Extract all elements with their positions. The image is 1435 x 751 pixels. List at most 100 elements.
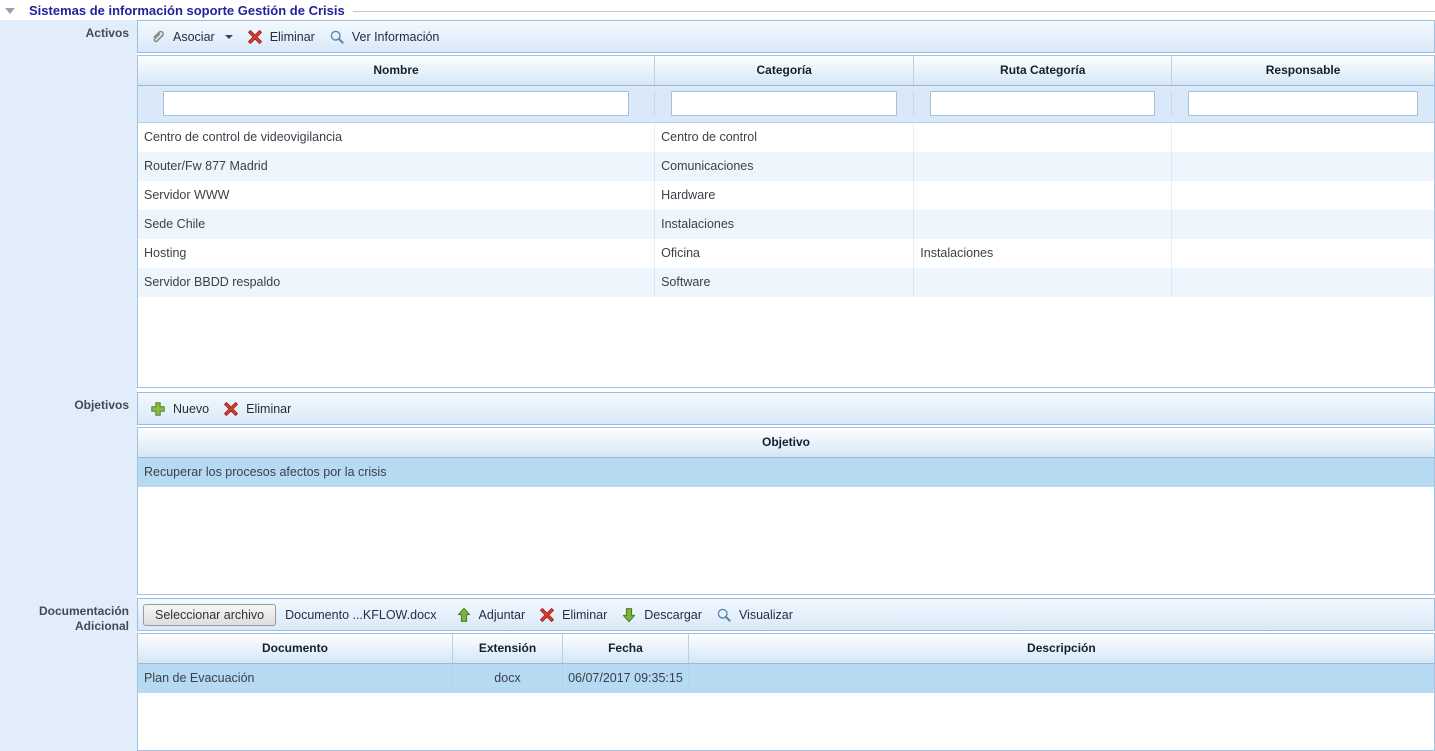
- cell-ruta-categoria: [914, 181, 1172, 210]
- column-header-nombre[interactable]: Nombre: [138, 56, 655, 85]
- table-row[interactable]: Plan de Evacuación docx 06/07/2017 09:35…: [138, 664, 1434, 693]
- objetivos-panel: Nuevo Eliminar Objetivo Recuperar los pr…: [137, 392, 1435, 595]
- objetivos-grid-header: Objetivo: [138, 428, 1434, 458]
- activos-eliminar-button[interactable]: Eliminar: [240, 26, 322, 48]
- paperclip-icon: [150, 29, 166, 45]
- table-row[interactable]: Servidor WWW Hardware: [138, 181, 1434, 210]
- visualizar-label: Visualizar: [739, 608, 793, 622]
- filter-input-responsable[interactable]: [1188, 91, 1418, 116]
- cell-nombre: Centro de control de videovigilancia: [138, 123, 655, 152]
- fieldset-border-line: [353, 11, 1435, 12]
- activos-eliminar-label: Eliminar: [270, 30, 315, 44]
- plus-icon: [150, 401, 166, 417]
- filter-input-ruta-categoria[interactable]: [930, 91, 1155, 116]
- descargar-button[interactable]: Descargar: [614, 604, 709, 626]
- column-header-categoria[interactable]: Categoría: [655, 56, 914, 85]
- column-header-fecha[interactable]: Fecha: [563, 634, 689, 663]
- cell-categoria: Oficina: [655, 239, 914, 268]
- documentacion-panel: Seleccionar archivo Documento ...KFLOW.d…: [137, 598, 1435, 751]
- column-header-ruta-categoria[interactable]: Ruta Categoría: [914, 56, 1172, 85]
- cell-categoria: Software: [655, 268, 914, 297]
- activos-grid: Nombre Categoría Ruta Categoría Responsa…: [137, 55, 1435, 388]
- cell-categoria: Centro de control: [655, 123, 914, 152]
- table-row[interactable]: Sede Chile Instalaciones: [138, 210, 1434, 239]
- objetivos-grid-body: Recuperar los procesos afectos por la cr…: [138, 458, 1434, 594]
- fieldset-legend: Sistemas de información soporte Gestión …: [0, 0, 1435, 20]
- nuevo-button[interactable]: Nuevo: [143, 398, 216, 420]
- documentacion-toolbar: Seleccionar archivo Documento ...KFLOW.d…: [137, 598, 1435, 631]
- documentacion-grid-body: Plan de Evacuación docx 06/07/2017 09:35…: [138, 664, 1434, 750]
- column-header-objetivo[interactable]: Objetivo: [138, 428, 1434, 457]
- arrow-down-icon: [621, 607, 637, 623]
- cell-categoria: Comunicaciones: [655, 152, 914, 181]
- column-header-responsable[interactable]: Responsable: [1172, 56, 1434, 85]
- cell-responsable: [1172, 210, 1434, 239]
- filter-input-nombre[interactable]: [163, 91, 629, 116]
- section-label-activos: Activos: [0, 20, 137, 392]
- section-label-documentacion: Documentación Adicional: [0, 598, 137, 751]
- visualizar-button[interactable]: Visualizar: [709, 604, 800, 626]
- magnifier-icon: [716, 607, 732, 623]
- cell-responsable: [1172, 123, 1434, 152]
- column-header-extension[interactable]: Extensión: [453, 634, 563, 663]
- activos-grid-body: Centro de control de videovigilancia Cen…: [138, 123, 1434, 387]
- magnifier-icon: [329, 29, 345, 45]
- collapse-arrow-icon[interactable]: [5, 8, 15, 14]
- section-label-column: Activos Objetivos Documentación Adiciona…: [0, 20, 137, 751]
- objetivos-eliminar-button[interactable]: Eliminar: [216, 398, 298, 420]
- column-header-documento[interactable]: Documento: [138, 634, 453, 663]
- cell-extension: docx: [453, 664, 563, 693]
- activos-toolbar: Asociar Eliminar Ver Información: [137, 20, 1435, 53]
- documentacion-eliminar-button[interactable]: Eliminar: [532, 604, 614, 626]
- column-header-descripcion[interactable]: Descripción: [689, 634, 1434, 663]
- descargar-label: Descargar: [644, 608, 702, 622]
- chevron-down-icon[interactable]: [225, 35, 233, 39]
- cell-responsable: [1172, 239, 1434, 268]
- arrow-up-icon: [456, 607, 472, 623]
- cell-nombre: Hosting: [138, 239, 655, 268]
- cell-responsable: [1172, 268, 1434, 297]
- selected-file-name: Documento ...KFLOW.docx: [285, 608, 436, 622]
- table-row[interactable]: Router/Fw 877 Madrid Comunicaciones: [138, 152, 1434, 181]
- cell-ruta-categoria: [914, 123, 1172, 152]
- documentacion-grid-header: Documento Extensión Fecha Descripción: [138, 634, 1434, 664]
- documentacion-grid: Documento Extensión Fecha Descripción Pl…: [137, 633, 1435, 751]
- adjuntar-button[interactable]: Adjuntar: [449, 604, 533, 626]
- delete-x-icon: [223, 401, 239, 417]
- table-row[interactable]: Servidor BBDD respaldo Software: [138, 268, 1434, 297]
- cell-descripcion: [689, 664, 1434, 693]
- table-row[interactable]: Recuperar los procesos afectos por la cr…: [138, 458, 1434, 487]
- cell-categoria: Instalaciones: [655, 210, 914, 239]
- delete-x-icon: [247, 29, 263, 45]
- cell-objetivo: Recuperar los procesos afectos por la cr…: [138, 458, 1434, 487]
- activos-panel: Asociar Eliminar Ver Información Nombre …: [137, 20, 1435, 388]
- table-row[interactable]: Hosting Oficina Instalaciones: [138, 239, 1434, 268]
- ver-informacion-label: Ver Información: [352, 30, 440, 44]
- cell-nombre: Router/Fw 877 Madrid: [138, 152, 655, 181]
- activos-filter-row: [138, 86, 1434, 123]
- seleccionar-archivo-button[interactable]: Seleccionar archivo: [143, 604, 276, 626]
- ver-informacion-button[interactable]: Ver Información: [322, 26, 447, 48]
- objetivos-grid: Objetivo Recuperar los procesos afectos …: [137, 427, 1435, 595]
- cell-ruta-categoria: [914, 152, 1172, 181]
- cell-nombre: Servidor BBDD respaldo: [138, 268, 655, 297]
- cell-nombre: Sede Chile: [138, 210, 655, 239]
- cell-categoria: Hardware: [655, 181, 914, 210]
- adjuntar-label: Adjuntar: [479, 608, 526, 622]
- cell-ruta-categoria: [914, 268, 1172, 297]
- objetivos-toolbar: Nuevo Eliminar: [137, 392, 1435, 425]
- asociar-button[interactable]: Asociar: [143, 26, 240, 48]
- cell-documento: Plan de Evacuación: [138, 664, 453, 693]
- nuevo-label: Nuevo: [173, 402, 209, 416]
- asociar-label: Asociar: [173, 30, 215, 44]
- filter-input-categoria[interactable]: [671, 91, 897, 116]
- cell-responsable: [1172, 152, 1434, 181]
- section-label-objetivos: Objetivos: [0, 392, 137, 598]
- cell-responsable: [1172, 181, 1434, 210]
- fieldset-title: Sistemas de información soporte Gestión …: [29, 3, 345, 18]
- cell-fecha: 06/07/2017 09:35:15: [563, 664, 689, 693]
- cell-ruta-categoria: [914, 210, 1172, 239]
- cell-ruta-categoria: Instalaciones: [914, 239, 1172, 268]
- cell-nombre: Servidor WWW: [138, 181, 655, 210]
- table-row[interactable]: Centro de control de videovigilancia Cen…: [138, 123, 1434, 152]
